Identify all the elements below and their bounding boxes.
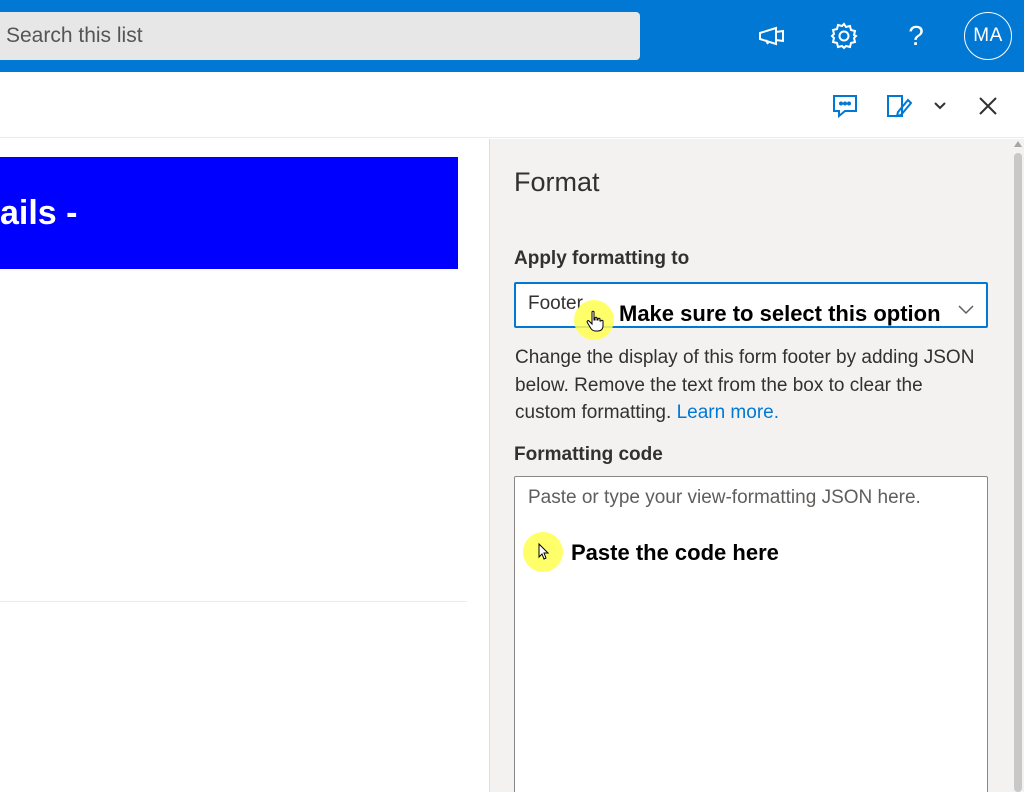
form-divider bbox=[0, 601, 467, 602]
search-input[interactable]: Search this list bbox=[0, 12, 640, 60]
formatting-code-label: Formatting code bbox=[514, 444, 663, 465]
format-pane: Format Apply formatting to Footer Make s… bbox=[489, 139, 1024, 792]
form-header-banner: ails - bbox=[0, 157, 458, 269]
scroll-thumb[interactable] bbox=[1014, 153, 1022, 792]
formatting-code-textarea[interactable]: Paste or type your view-formatting JSON … bbox=[514, 476, 988, 792]
megaphone-icon[interactable] bbox=[754, 18, 790, 54]
gear-icon[interactable] bbox=[826, 18, 862, 54]
pane-title: Format bbox=[514, 167, 600, 197]
select-annotation: Make sure to select this option bbox=[619, 301, 941, 326]
suite-bar: Search this list ? MA bbox=[0, 0, 1024, 72]
close-icon[interactable] bbox=[972, 90, 1004, 122]
learn-more-link[interactable]: Learn more. bbox=[677, 402, 779, 423]
paste-annotation: Paste the code here bbox=[571, 540, 779, 565]
help-icon[interactable]: ? bbox=[898, 18, 934, 54]
code-placeholder: Paste or type your view-formatting JSON … bbox=[528, 487, 921, 508]
comment-icon[interactable] bbox=[829, 90, 861, 122]
search-placeholder: Search this list bbox=[6, 24, 143, 47]
avatar-initials: MA bbox=[973, 25, 1003, 46]
form-header-text: ails - bbox=[0, 193, 78, 232]
avatar[interactable]: MA bbox=[964, 12, 1012, 60]
apply-formatting-label: Apply formatting to bbox=[514, 248, 690, 269]
chevron-down-icon bbox=[956, 294, 976, 315]
scroll-up-arrow-icon[interactable] bbox=[1014, 141, 1022, 147]
edit-form-icon[interactable] bbox=[882, 90, 914, 122]
apply-formatting-value: Footer bbox=[528, 293, 583, 314]
arrow-cursor-icon bbox=[538, 542, 550, 566]
form-preview: ails - bbox=[0, 139, 489, 792]
hand-cursor-icon bbox=[586, 310, 604, 337]
chevron-down-icon[interactable] bbox=[924, 90, 956, 122]
pane-scrollbar[interactable] bbox=[1012, 139, 1024, 792]
help-text: Change the display of this form footer b… bbox=[515, 344, 985, 427]
command-row bbox=[0, 72, 1024, 138]
